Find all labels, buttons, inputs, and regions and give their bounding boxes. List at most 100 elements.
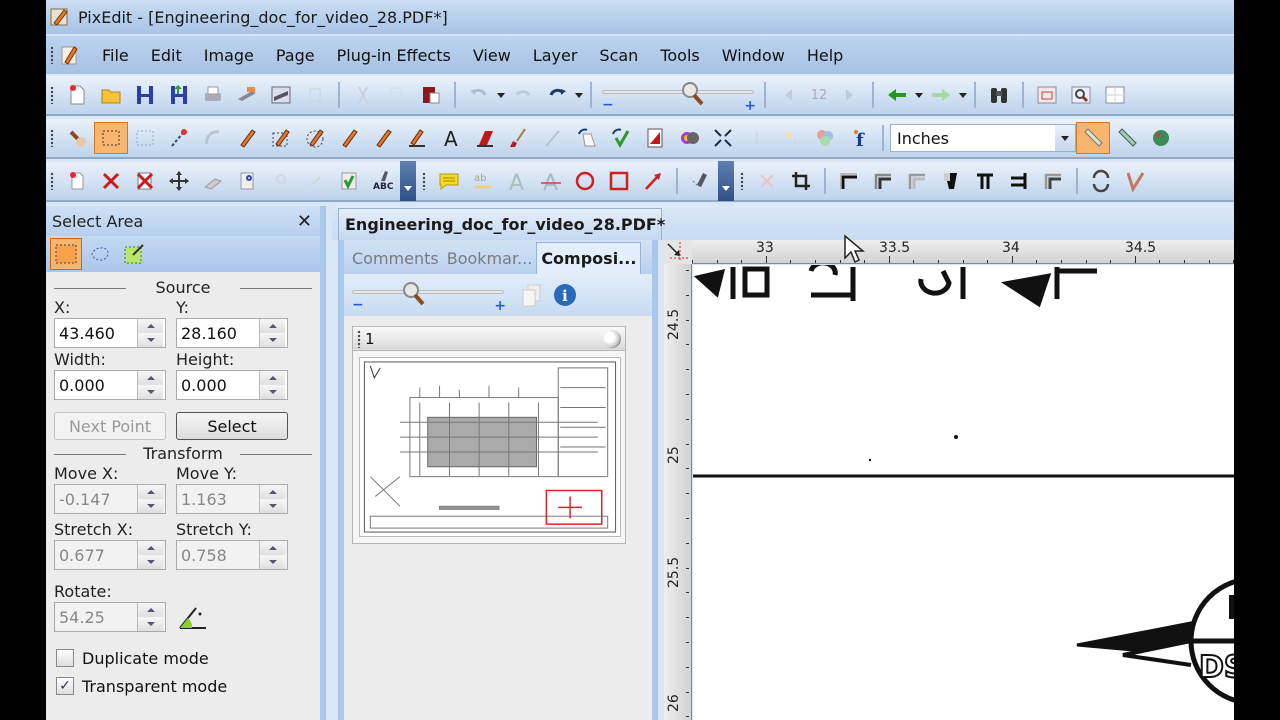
- stretch-x-decrement-button[interactable]: [138, 555, 163, 569]
- pick-color-button[interactable]: [162, 122, 196, 154]
- height-increment-button[interactable]: [260, 371, 285, 385]
- arrow-annotation-button[interactable]: [636, 165, 670, 197]
- find-button[interactable]: [982, 79, 1016, 111]
- stretch-x-increment-button[interactable]: [138, 541, 163, 555]
- color-button[interactable]: [672, 122, 706, 154]
- corner-tool-1-button[interactable]: [832, 165, 866, 197]
- copy-area-button[interactable]: [196, 165, 230, 197]
- disabled-tool-a-button[interactable]: [740, 122, 774, 154]
- transparent-mode-checkbox[interactable]: ✓: [56, 677, 74, 695]
- highlight-text-button[interactable]: ab: [466, 165, 500, 197]
- info-icon[interactable]: i: [552, 282, 578, 308]
- disabled-edit-button[interactable]: [298, 165, 332, 197]
- toolbar-grip[interactable]: [50, 86, 54, 104]
- document-tab[interactable]: Engineering_doc_for_video_28.PDF*: [338, 208, 665, 240]
- y-decrement-button[interactable]: [260, 333, 285, 347]
- verify-button[interactable]: [332, 165, 366, 197]
- height-input[interactable]: [177, 371, 259, 399]
- t-junction-button[interactable]: [968, 165, 1002, 197]
- despeckle-button[interactable]: [706, 122, 740, 154]
- toolbar-overflow-button[interactable]: [400, 161, 416, 201]
- pan-tool-button[interactable]: [60, 122, 94, 154]
- ruler-origin-corner[interactable]: [664, 240, 692, 264]
- magnify-window-button[interactable]: [1064, 79, 1098, 111]
- horizontal-ruler[interactable]: 33 33.5 34 34.5: [664, 240, 1234, 264]
- corner-tool-2-button[interactable]: [866, 165, 900, 197]
- print-button[interactable]: [196, 79, 230, 111]
- x-increment-button[interactable]: [138, 319, 163, 333]
- stretch-y-increment-button[interactable]: [260, 541, 285, 555]
- new-document-button[interactable]: [60, 79, 94, 111]
- zoom-slider[interactable]: − +: [598, 80, 758, 113]
- menu-edit[interactable]: Edit: [151, 46, 182, 65]
- toolbar-grip[interactable]: [50, 172, 54, 190]
- validate-button[interactable]: [1118, 165, 1152, 197]
- chevron-down-icon[interactable]: [1055, 125, 1075, 151]
- stretch-y-input[interactable]: [177, 541, 259, 569]
- move-x-increment-button[interactable]: [138, 485, 163, 499]
- zoom-slider-thumb[interactable]: [679, 80, 707, 108]
- crop-button[interactable]: [784, 165, 818, 197]
- thumbnail-size-slider[interactable]: − +: [348, 280, 508, 313]
- scan-button[interactable]: [230, 79, 264, 111]
- menu-file[interactable]: File: [102, 46, 129, 65]
- duplicate-mode-option[interactable]: Duplicate mode: [46, 644, 320, 672]
- rotate-page-button[interactable]: [570, 122, 604, 154]
- width-input[interactable]: [55, 371, 137, 399]
- page-thumbnail-image[interactable]: [359, 357, 621, 537]
- delete-page-button[interactable]: [128, 165, 162, 197]
- angle-icon[interactable]: [176, 602, 210, 632]
- document-page[interactable]: DS: [693, 265, 1234, 720]
- y-increment-button[interactable]: [260, 319, 285, 333]
- undo-button[interactable]: [462, 79, 496, 111]
- copy-button[interactable]: [380, 79, 414, 111]
- forward-dropdown[interactable]: [958, 79, 968, 111]
- move-y-increment-button[interactable]: [260, 485, 285, 499]
- thumbnail-view-button[interactable]: [1098, 79, 1132, 111]
- stretch-x-input[interactable]: [55, 541, 137, 569]
- pencil-ellipse-button[interactable]: [298, 122, 332, 154]
- next-page-button[interactable]: [832, 79, 866, 111]
- corner-tool-4-button[interactable]: [1036, 165, 1070, 197]
- toolbar-grip[interactable]: [50, 129, 54, 147]
- side-junction-button[interactable]: [1002, 165, 1036, 197]
- disabled-zoom-button[interactable]: [264, 165, 298, 197]
- rectangle-annotation-button[interactable]: [602, 165, 636, 197]
- move-x-input[interactable]: [55, 485, 137, 513]
- undo-dropdown[interactable]: [496, 79, 506, 111]
- open-button[interactable]: [94, 79, 128, 111]
- duplicate-mode-checkbox[interactable]: [56, 649, 74, 667]
- menu-image[interactable]: Image: [204, 46, 254, 65]
- stamp-button[interactable]: [684, 165, 718, 197]
- paste-button[interactable]: [414, 79, 448, 111]
- ocr-button[interactable]: ABC: [366, 165, 400, 197]
- redo-dropdown[interactable]: [574, 79, 584, 111]
- text-tool-button[interactable]: A: [434, 122, 468, 154]
- magic-select-button[interactable]: [118, 238, 150, 270]
- zoom-out-icon[interactable]: −: [602, 98, 614, 112]
- move-y-input[interactable]: [177, 485, 259, 513]
- select-button[interactable]: Select: [176, 412, 288, 440]
- cut-button[interactable]: [346, 79, 380, 111]
- save-as-button[interactable]: [162, 79, 196, 111]
- stretch-y-decrement-button[interactable]: [260, 555, 285, 569]
- height-decrement-button[interactable]: [260, 385, 285, 399]
- strikeout-text-button[interactable]: A: [534, 165, 568, 197]
- menu-help[interactable]: Help: [807, 46, 843, 65]
- thumbnail-zoom-in-icon[interactable]: +: [494, 299, 506, 313]
- menu-grip[interactable]: [50, 46, 54, 64]
- tab-composition[interactable]: Composi...: [536, 242, 642, 274]
- repeat-button[interactable]: [506, 79, 540, 111]
- text-annotation-button[interactable]: A: [500, 165, 534, 197]
- delete-button[interactable]: [94, 165, 128, 197]
- select-all-button[interactable]: [128, 122, 162, 154]
- pencil-line-button[interactable]: [400, 122, 434, 154]
- line-erase-button[interactable]: [934, 165, 968, 197]
- rotate-input[interactable]: [55, 603, 137, 631]
- menu-tools[interactable]: Tools: [660, 46, 699, 65]
- move-x-decrement-button[interactable]: [138, 499, 163, 513]
- corner-tool-3-button[interactable]: [900, 165, 934, 197]
- y-input[interactable]: [177, 319, 259, 347]
- x-input[interactable]: [55, 319, 137, 347]
- back-dropdown[interactable]: [914, 79, 924, 111]
